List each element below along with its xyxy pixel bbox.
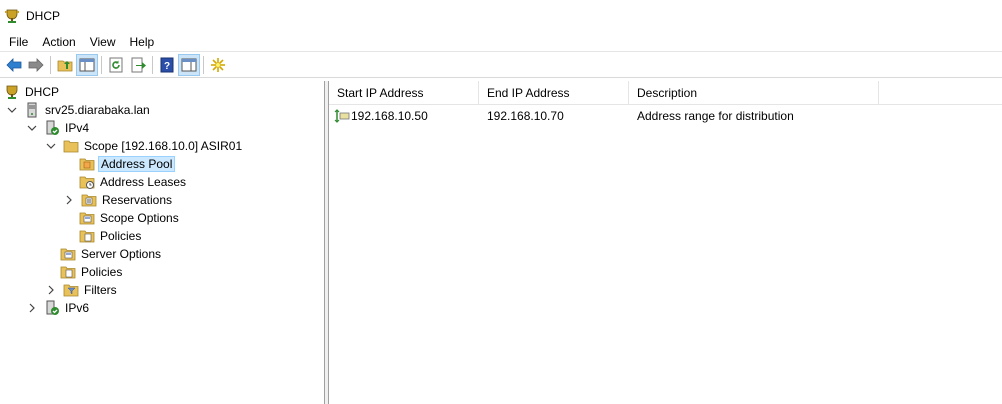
tree-label: IPv4 xyxy=(65,121,90,135)
action-pane-icon xyxy=(181,58,197,71)
refresh-button[interactable] xyxy=(105,54,127,76)
toolbar-separator xyxy=(101,55,102,74)
start-ip-value: 192.168.10.50 xyxy=(351,109,428,123)
console-tree-icon xyxy=(79,58,95,71)
list-header: Start IP Address End IP Address Descript… xyxy=(329,81,1002,105)
main-area: DHCP srv25.diarabaka.lan IPv4 Scope [192… xyxy=(0,81,1002,404)
help-button[interactable]: ? xyxy=(156,54,178,76)
column-header-description[interactable]: Description xyxy=(629,81,879,105)
tree-item-dhcp[interactable]: DHCP xyxy=(4,83,61,101)
window-title: DHCP xyxy=(26,9,61,23)
tree-label: Address Pool xyxy=(98,156,176,172)
tree-label: Scope [192.168.10.0] ASIR01 xyxy=(84,139,243,153)
menu-bar: File Action View Help xyxy=(0,32,1002,52)
chevron-right-icon[interactable] xyxy=(45,284,57,296)
title-bar: DHCP xyxy=(0,0,1002,32)
chevron-down-icon[interactable] xyxy=(26,122,38,134)
tree-item-address-pool[interactable]: Address Pool xyxy=(79,155,176,173)
reservations-icon xyxy=(81,192,97,208)
tree-item-policies[interactable]: Policies xyxy=(60,263,124,281)
toolbar: ? xyxy=(0,52,1002,78)
menu-file[interactable]: File xyxy=(2,32,35,52)
dhcp-trophy-icon xyxy=(4,84,20,100)
address-pool-icon xyxy=(79,156,95,172)
tree-item-ipv6[interactable]: IPv6 xyxy=(26,299,91,317)
back-button[interactable] xyxy=(3,54,25,76)
tree-item-scope-policies[interactable]: Policies xyxy=(79,227,143,245)
start-ip-cell: 192.168.10.50 xyxy=(329,109,479,123)
refresh-icon xyxy=(109,57,123,72)
tree-label: srv25.diarabaka.lan xyxy=(45,103,150,117)
tree-item-server-options[interactable]: Server Options xyxy=(60,245,163,263)
chevron-down-icon[interactable] xyxy=(45,140,57,152)
forward-arrow-icon xyxy=(28,57,44,72)
tree-label: Address Leases xyxy=(100,175,187,189)
chevron-right-icon[interactable] xyxy=(63,194,75,206)
results-list: Start IP Address End IP Address Descript… xyxy=(329,81,1002,404)
description-cell: Address range for distribution xyxy=(637,109,794,123)
console-tree: DHCP srv25.diarabaka.lan IPv4 Scope [192… xyxy=(0,81,325,404)
tree-label: Server Options xyxy=(81,247,162,261)
tree-item-reservations[interactable]: Reservations xyxy=(63,191,174,209)
toolbar-separator xyxy=(152,55,153,74)
tree-item-ipv4[interactable]: IPv4 xyxy=(26,119,91,137)
ip-range-icon xyxy=(334,109,350,123)
policies-icon xyxy=(60,264,76,280)
column-header-start-ip[interactable]: Start IP Address xyxy=(329,81,479,105)
tree-label: Filters xyxy=(84,283,117,297)
tree-label: DHCP xyxy=(25,85,60,99)
dhcp-app-icon xyxy=(5,9,19,23)
show-hide-action-pane-button[interactable] xyxy=(178,53,200,76)
scope-options-icon xyxy=(79,210,95,226)
tree-label: Scope Options xyxy=(100,211,179,225)
svg-text:?: ? xyxy=(164,61,170,72)
table-row[interactable]: 192.168.10.50 192.168.10.70 Address rang… xyxy=(329,105,1002,127)
server-icon xyxy=(24,102,40,118)
menu-help[interactable]: Help xyxy=(123,32,162,52)
tree-label: Reservations xyxy=(102,193,173,207)
folder-up-icon xyxy=(57,60,73,71)
menu-view[interactable]: View xyxy=(83,32,123,52)
tree-label: Policies xyxy=(81,265,123,279)
folder-icon xyxy=(63,138,79,154)
tree-label: IPv6 xyxy=(65,301,90,315)
toolbar-separator xyxy=(50,55,51,74)
server-options-icon xyxy=(60,246,76,262)
export-list-button[interactable] xyxy=(127,54,149,76)
chevron-down-icon[interactable] xyxy=(6,104,18,116)
ipv6-server-icon xyxy=(44,300,60,316)
chevron-right-icon[interactable] xyxy=(26,302,38,314)
tree-item-scope-options[interactable]: Scope Options xyxy=(79,209,181,227)
up-one-level-button[interactable] xyxy=(54,54,76,76)
tree-item-filters[interactable]: Filters xyxy=(45,281,119,299)
export-list-icon xyxy=(131,57,146,72)
menu-action[interactable]: Action xyxy=(35,32,82,52)
toolbar-separator xyxy=(203,55,204,74)
end-ip-cell: 192.168.10.70 xyxy=(487,109,564,123)
new-scope-button[interactable] xyxy=(207,54,229,76)
tree-label: Policies xyxy=(100,229,142,243)
tree-item-scope[interactable]: Scope [192.168.10.0] ASIR01 xyxy=(45,137,244,155)
sparkle-star-icon xyxy=(211,57,225,72)
column-header-end-ip[interactable]: End IP Address xyxy=(479,81,629,105)
policies-icon xyxy=(79,228,95,244)
ipv4-server-icon xyxy=(44,120,60,136)
filters-icon xyxy=(63,282,79,298)
show-hide-console-tree-button[interactable] xyxy=(76,53,98,76)
address-leases-icon xyxy=(79,174,95,190)
tree-item-server[interactable]: srv25.diarabaka.lan xyxy=(6,101,152,119)
forward-button[interactable] xyxy=(25,54,47,76)
help-icon: ? xyxy=(160,57,174,72)
tree-item-address-leases[interactable]: Address Leases xyxy=(79,173,188,191)
back-arrow-icon xyxy=(6,57,22,72)
